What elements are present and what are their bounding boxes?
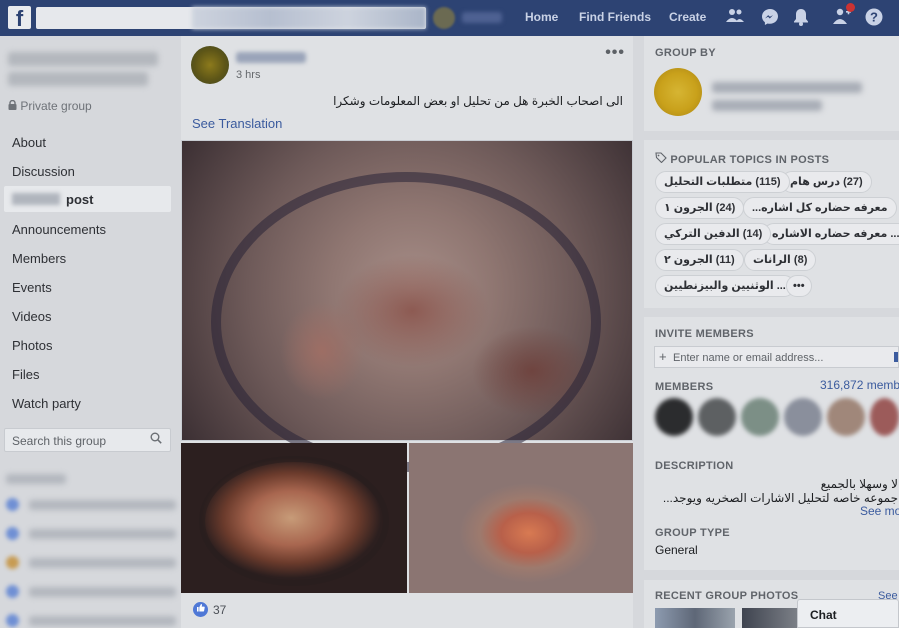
mosaic-border-decoration [211, 172, 601, 472]
sidebar-item-videos[interactable]: Videos [12, 309, 52, 324]
owner-info-blurred [712, 100, 822, 111]
plus-icon: + [659, 349, 667, 364]
global-search-input[interactable] [36, 7, 426, 29]
lock-icon [8, 99, 20, 113]
messenger-icon[interactable] [760, 8, 780, 28]
group-sidebar: Private group About Discussion post Anno… [0, 36, 180, 628]
see-translation-link[interactable]: See Translation [192, 116, 282, 131]
author-name-blurred[interactable] [236, 52, 306, 63]
nav-home-link[interactable]: Home [525, 10, 558, 24]
recent-photo-thumbnail[interactable] [655, 608, 735, 628]
more-topics-button[interactable]: ••• [786, 275, 812, 297]
invite-submit-edge[interactable] [894, 352, 898, 362]
like-reaction-icon[interactable] [193, 602, 208, 617]
privacy-label: Private group [8, 99, 92, 113]
notifications-icon[interactable] [791, 8, 811, 28]
members-count-link[interactable]: 316,872 membe [820, 378, 899, 392]
member-avatar[interactable] [784, 398, 822, 436]
svg-text:?: ? [870, 10, 878, 25]
blurred-search-text [192, 7, 426, 29]
profile-name-blurred[interactable] [462, 12, 502, 23]
topic-chip[interactable]: ... الوثنيين والبيزنطيين [655, 275, 795, 297]
group-type-heading: GROUP TYPE [655, 527, 730, 539]
sidebar-item-announcements[interactable]: Announcements [12, 222, 106, 237]
group-by-heading: GROUP BY [655, 47, 716, 59]
topic-chip[interactable]: معرفه حضاره كل اشاره... [743, 197, 897, 219]
member-avatar[interactable] [741, 398, 779, 436]
members-heading: MEMBERS [655, 381, 714, 393]
sidebar-item-post-label[interactable]: post [66, 192, 93, 207]
topic-chip[interactable]: ... معرفه حضاره الاشاره [763, 223, 899, 245]
popular-topics-heading: POPULAR TOPICS IN POSTS [655, 152, 829, 166]
post-timestamp[interactable]: 3 hrs [236, 69, 260, 81]
notification-badge [846, 3, 855, 12]
group-type-value: General [655, 543, 698, 557]
topic-chip[interactable]: (14) الدفين التركي [655, 223, 772, 245]
sidebar-item-about[interactable]: About [12, 135, 46, 150]
recent-photos-heading: RECENT GROUP PHOTOS [655, 590, 799, 602]
recent-photo-thumbnail[interactable] [742, 608, 797, 628]
top-navigation-bar: f Home Find Friends Create ? [0, 0, 899, 36]
see-more-link[interactable]: See mo [860, 504, 899, 518]
group-owner-logo[interactable] [654, 68, 702, 116]
member-avatar[interactable] [827, 398, 865, 436]
likes-count[interactable]: 37 [213, 603, 226, 617]
sidebar-item-files[interactable]: Files [12, 367, 39, 382]
author-avatar[interactable] [191, 46, 229, 84]
nav-create-link[interactable]: Create [669, 10, 706, 24]
description-line: جموعه خاصه لتحليل الاشارات الصخريه ويوجد… [662, 491, 898, 505]
group-search-input[interactable]: Search this group [4, 428, 171, 452]
group-post: 3 hrs ••• الى اصحاب الخبرة هل من تحليل ا… [181, 36, 633, 628]
group-name-blurred[interactable] [8, 52, 158, 90]
facebook-logo[interactable]: f [8, 6, 31, 31]
blurred-shortcuts-list [6, 468, 176, 628]
search-icon[interactable] [150, 432, 162, 447]
member-avatar[interactable] [698, 398, 736, 436]
group-by-card: GROUP BY [644, 36, 899, 131]
post-text: الى اصحاب الخبرة هل من تحليل او بعض المع… [333, 94, 623, 108]
topic-chip[interactable]: (115) متطلبات التحليل [655, 171, 790, 193]
friends-icon[interactable] [725, 8, 745, 28]
blurred-sidebar-text [12, 193, 60, 205]
sidebar-item-discussion[interactable]: Discussion [12, 164, 75, 179]
topic-chip[interactable]: (27) درس هام [781, 171, 872, 193]
topic-chip[interactable]: (11) الجرون ٢ [655, 249, 744, 271]
help-icon[interactable]: ? [864, 8, 884, 28]
tag-icon [655, 152, 670, 166]
nav-find-friends-link[interactable]: Find Friends [579, 10, 651, 24]
profile-avatar[interactable] [433, 7, 455, 29]
description-line: لا وسهلا بالجميع [820, 477, 898, 491]
member-avatar[interactable] [655, 398, 693, 436]
invite-members-input[interactable]: + Enter name or email address... [654, 346, 899, 368]
post-photo-3[interactable] [409, 443, 633, 593]
sidebar-item-members[interactable]: Members [12, 251, 66, 266]
mosaic-ring-decoration [199, 456, 389, 586]
chat-tab[interactable]: Chat [797, 599, 899, 628]
topic-chip[interactable]: (8) الرانات [744, 249, 817, 271]
invite-members-heading: INVITE MEMBERS [655, 328, 754, 340]
sidebar-item-watch-party[interactable]: Watch party [12, 396, 81, 411]
description-heading: DESCRIPTION [655, 460, 734, 472]
member-avatar[interactable] [870, 398, 899, 436]
post-options-button[interactable]: ••• [605, 44, 625, 62]
topic-chip[interactable]: (24) الجرون ١ [655, 197, 745, 219]
sidebar-item-photos[interactable]: Photos [12, 338, 52, 353]
owner-name-blurred[interactable] [712, 82, 862, 93]
sidebar-item-events[interactable]: Events [12, 280, 52, 295]
